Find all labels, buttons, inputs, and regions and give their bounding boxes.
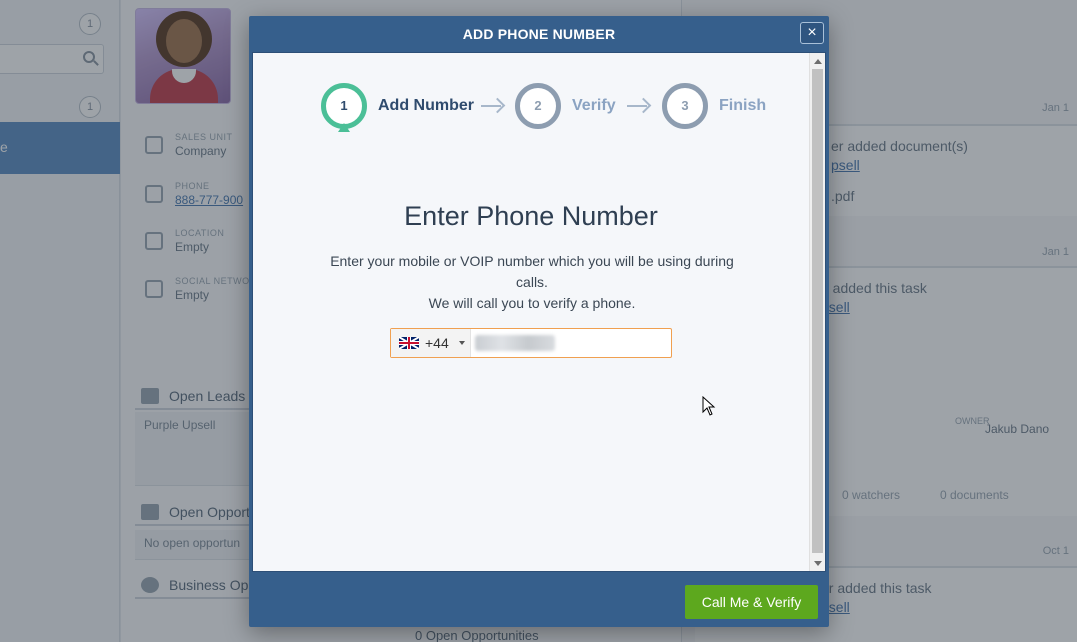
active-step-pointer-icon [338, 123, 350, 132]
dialog-header: ADD PHONE NUMBER × [249, 16, 829, 52]
scrollbar-thumb[interactable] [812, 69, 823, 553]
uk-flag-icon [399, 337, 419, 349]
arrow-right-icon [627, 97, 651, 115]
dialog-heading: Enter Phone Number [404, 201, 658, 231]
step-label: Add Number [378, 97, 474, 114]
dialog-description: Enter your mobile or VOIP number which y… [330, 253, 734, 311]
phone-number-input[interactable]: +44 [390, 328, 672, 358]
step-number: 2 [515, 83, 561, 129]
dialog-body: 1 Add Number 2 Verify 3 Finish Enter Pho… [252, 52, 826, 572]
dialog-title: ADD PHONE NUMBER [462, 26, 616, 42]
step-number: 3 [662, 83, 708, 129]
mouse-pointer-icon [702, 396, 716, 416]
step-label: Verify [572, 97, 616, 114]
caret-down-icon [459, 341, 465, 345]
dial-code: +44 [425, 335, 449, 351]
country-code-select[interactable]: +44 [391, 329, 471, 357]
close-button[interactable]: × [800, 22, 824, 44]
arrow-right-icon [481, 97, 505, 115]
dialog-footer: Call Me & Verify [249, 575, 829, 627]
scroll-up-arrow-icon[interactable] [810, 55, 825, 69]
call-me-verify-button[interactable]: Call Me & Verify [685, 585, 818, 619]
phone-number-value-redacted [475, 335, 555, 351]
add-phone-number-dialog: ADD PHONE NUMBER × 1 Add Number 2 Verify… [249, 16, 829, 627]
scroll-down-arrow-icon[interactable] [810, 557, 825, 571]
step-label: Finish [719, 97, 767, 114]
dialog-scrollbar[interactable] [809, 53, 825, 571]
